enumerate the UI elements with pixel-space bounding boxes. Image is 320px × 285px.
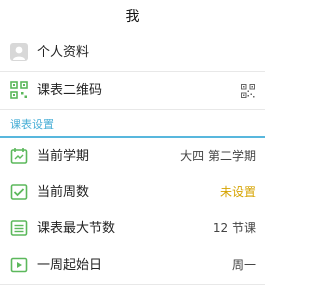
week-start-label: 一周起始日 (37, 258, 103, 273)
max-periods-value: 12 节课 (212, 221, 256, 235)
avatar-icon (10, 43, 28, 61)
schedule-settings-section-header: 课表设置 (0, 114, 265, 138)
list-icon (10, 219, 28, 237)
current-semester-value: 大四 第二学期 (180, 149, 256, 163)
current-week-row[interactable]: 当前周数 未设置 (0, 174, 265, 212)
week-start-icon (10, 256, 28, 274)
page-title: 我 (125, 9, 140, 25)
current-week-label: 当前周数 (37, 185, 90, 200)
page-header: 我 (0, 0, 265, 35)
qr-code-trailing-icon (241, 83, 255, 98)
max-periods-row[interactable]: 课表最大节数 12 节课 (0, 210, 265, 248)
qr-code-label: 课表二维码 (37, 83, 103, 98)
profile-row[interactable]: 个人资料 (0, 34, 265, 72)
week-start-row[interactable]: 一周起始日 周一 (0, 247, 265, 285)
week-start-value: 周一 (231, 258, 256, 272)
qr-code-row[interactable]: 课表二维码 (0, 72, 265, 110)
calendar-icon (10, 147, 28, 165)
current-week-value: 未设置 (219, 185, 256, 199)
max-periods-label: 课表最大节数 (37, 221, 116, 236)
section-title: 课表设置 (10, 118, 54, 131)
current-semester-row[interactable]: 当前学期 大四 第二学期 (0, 138, 265, 176)
current-semester-label: 当前学期 (37, 149, 90, 164)
qr-code-icon (10, 81, 28, 99)
checkbox-icon (10, 183, 28, 201)
profile-label: 个人资料 (37, 45, 90, 60)
